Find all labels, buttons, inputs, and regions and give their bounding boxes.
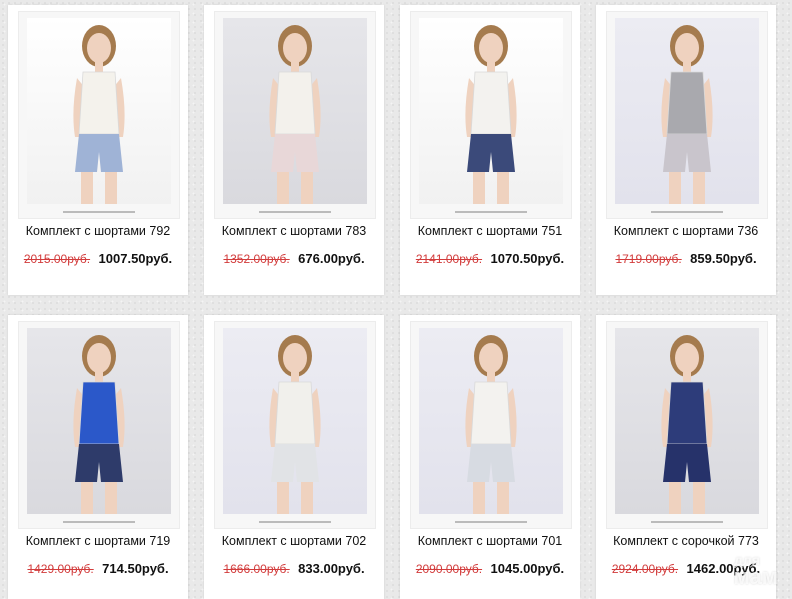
product-title[interactable]: Комплект с шортами 751 <box>400 224 580 238</box>
product-photo[interactable] <box>410 11 572 219</box>
old-price: 1352.00руб. <box>223 252 290 266</box>
model-figure <box>661 25 713 204</box>
product-grid: Комплект с шортами 792 2015.00руб. 1007.… <box>0 0 792 599</box>
model-figure <box>269 335 321 514</box>
product-title[interactable]: Комплект с шортами 719 <box>8 534 188 548</box>
sale-price: 1070.50руб. <box>490 251 565 266</box>
product-card[interactable]: Комплект с шортами 783 1352.00руб. 676.0… <box>204 5 384 295</box>
sale-price: 859.50руб. <box>690 251 757 266</box>
sale-price: 1007.50руб. <box>98 251 173 266</box>
old-price: 1719.00руб. <box>615 252 682 266</box>
product-photo[interactable] <box>214 321 376 529</box>
sale-price: 676.00руб. <box>298 251 365 266</box>
product-card[interactable]: Комплект с шортами 736 1719.00руб. 859.5… <box>596 5 776 295</box>
product-photo[interactable] <box>18 11 180 219</box>
product-title[interactable]: Комплект с шортами 792 <box>8 224 188 238</box>
old-price: 2141.00руб. <box>415 252 483 266</box>
product-card[interactable]: Комплект с шортами 792 2015.00руб. 1007.… <box>8 5 188 295</box>
model-figure <box>73 25 125 204</box>
product-photo[interactable] <box>410 321 572 529</box>
product-photo[interactable] <box>18 321 180 529</box>
product-title[interactable]: Комплект с шортами 701 <box>400 534 580 548</box>
product-card[interactable]: Комплект с шортами 719 1429.00руб. 714.5… <box>8 315 188 599</box>
price-row: 1666.00руб. 833.00руб. <box>204 560 384 578</box>
model-figure <box>73 335 125 514</box>
model-figure <box>465 335 517 514</box>
old-price: 1429.00руб. <box>27 562 94 576</box>
product-photo[interactable] <box>606 11 768 219</box>
price-row: 1429.00руб. 714.50руб. <box>8 560 188 578</box>
watermark-line-2: мам <box>733 564 779 589</box>
product-photo[interactable] <box>214 11 376 219</box>
old-price: 2015.00руб. <box>23 252 91 266</box>
sale-price: 1045.00руб. <box>490 561 565 576</box>
sale-price: 714.50руб. <box>102 561 169 576</box>
old-price: 2090.00руб. <box>415 562 483 576</box>
price-row: 2015.00руб. 1007.50руб. <box>8 250 188 268</box>
price-row: 2141.00руб. 1070.50руб. <box>400 250 580 268</box>
price-row: 2090.00руб. 1045.00руб. <box>400 560 580 578</box>
old-price: 1666.00руб. <box>223 562 290 576</box>
product-photo[interactable] <box>606 321 768 529</box>
price-row: 1719.00руб. 859.50руб. <box>596 250 776 268</box>
product-card[interactable]: Комплект с шортами 751 2141.00руб. 1070.… <box>400 5 580 295</box>
model-figure <box>661 335 713 514</box>
product-card[interactable]: Комплект с шортами 701 2090.00руб. 1045.… <box>400 315 580 599</box>
product-title[interactable]: Комплект с шортами 783 <box>204 224 384 238</box>
site-watermark-logo: для мам <box>708 553 779 589</box>
model-figure <box>465 25 517 204</box>
sale-price: 833.00руб. <box>298 561 365 576</box>
old-price: 2924.00руб. <box>611 562 679 576</box>
product-title[interactable]: Комплект с шортами 736 <box>596 224 776 238</box>
price-row: 1352.00руб. 676.00руб. <box>204 250 384 268</box>
product-title[interactable]: Комплект с шортами 702 <box>204 534 384 548</box>
product-title[interactable]: Комплект с сорочкой 773 <box>596 534 776 548</box>
product-card[interactable]: Комплект с шортами 702 1666.00руб. 833.0… <box>204 315 384 599</box>
model-figure <box>269 25 321 204</box>
